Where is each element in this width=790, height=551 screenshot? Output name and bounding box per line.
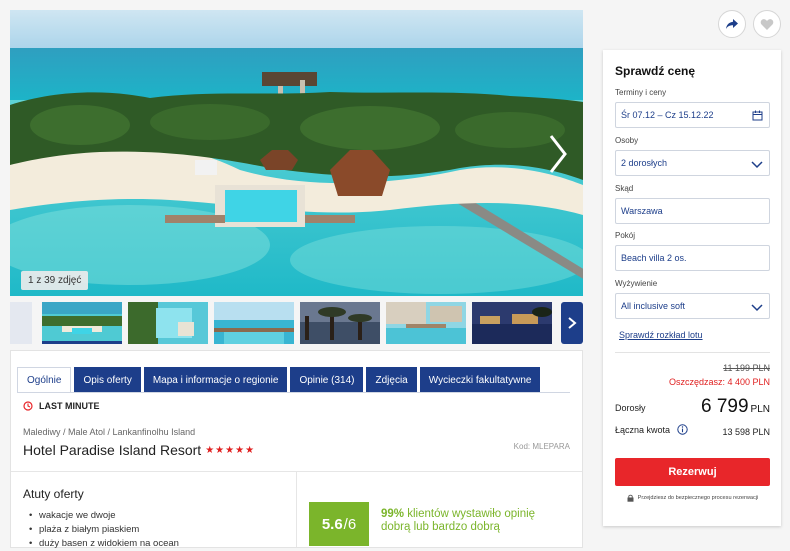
offer-code: Kod: MLEPARA [513,442,570,451]
chevron-down-icon [751,304,763,312]
calendar-icon [752,110,763,121]
tab-divider [17,392,570,393]
tab-bar: Ogólnie Opis oferty Mapa i informacje o … [17,367,541,393]
last-minute-label: LAST MINUTE [39,401,100,411]
column-divider [296,472,297,547]
star-rating: ★★★★★ [205,444,256,456]
thumbnail-2[interactable] [128,302,208,344]
board-select[interactable]: All inclusive soft [615,293,770,319]
currency: PLN [750,404,770,415]
thumbnail-prev-placeholder [10,302,32,344]
departure-value: Warszawa [621,206,663,216]
hotel-name: Hotel Paradise Island Resort [23,442,202,458]
favorite-button[interactable] [753,10,781,38]
highlight-item: plaża z białym piaskiem [29,523,179,537]
share-button[interactable] [718,10,746,38]
tab-excursions[interactable]: Wycieczki fakultatywne [419,367,541,393]
resort-aerial-photo [10,10,583,296]
persons-select[interactable]: 2 dorosłych [615,150,770,176]
main-photo[interactable]: 1 z 39 zdjęć [10,10,583,296]
thumbnail-3[interactable] [214,302,294,344]
persons-value: 2 dorosłych [621,158,668,168]
tab-map-region[interactable]: Mapa i informacje o regionie [143,367,288,393]
thumbnail-4[interactable] [300,302,380,344]
highlights-list: wakacje we dwoje plaża z białym piaskiem… [29,509,179,551]
highlight-item: duży basen z widokiem na ocean [29,537,179,551]
tab-general[interactable]: Ogólnie [17,367,72,393]
board-label: Wyżywienie [615,279,658,288]
info-icon[interactable] [677,424,688,435]
flight-schedule-link[interactable]: Sprawdź rozkład lotu [619,330,703,340]
price-check-panel: Sprawdź cenę Terminy i ceny Śr 07.12 – C… [603,50,781,526]
dates-field[interactable]: Śr 07.12 – Cz 15.12.22 [615,102,770,128]
thumbnail-6[interactable] [472,302,552,344]
thumbnail-5[interactable] [386,302,466,344]
rating-scale: /6 [343,515,357,533]
book-button[interactable]: Rezerwuj [615,458,770,486]
divider [615,352,770,353]
tab-reviews[interactable]: Opinie (314) [290,367,364,393]
lock-icon [627,494,634,502]
secure-note-text: Przejdziesz do bezpiecznego procesu reze… [637,495,759,501]
rating-percent: 99% [381,508,405,520]
chevron-right-icon [568,317,577,329]
adult-price: 6 799 PLN [701,396,770,418]
persons-label: Osoby [615,136,639,145]
thumbnail-1[interactable] [42,302,122,344]
chevron-right-icon[interactable] [547,132,569,176]
room-value: Beach villa 2 os. [621,253,687,263]
adult-price-label: Dorosły [615,403,646,413]
total-amount: 13 598 PLN [722,427,770,437]
adult-price-value: 6 799 [701,396,749,417]
price-panel-title: Sprawdź cenę [615,64,696,78]
rating-description: klientów wystawiło opinię dobrą lub bard… [381,508,536,533]
from-label: Skąd [615,184,634,193]
thumbnails-next-button[interactable] [561,302,583,344]
thumbnail-strip [10,302,583,344]
board-value: All inclusive soft [621,301,686,311]
highlights-title: Atuty oferty [23,487,84,501]
chevron-down-icon [751,161,763,169]
room-field[interactable]: Beach villa 2 os. [615,245,770,271]
offer-card: Ogólnie Opis oferty Mapa i informacje o … [10,350,583,551]
rating-score: 5.6 [321,515,343,533]
secure-booking-note: Przejdziesz do bezpiecznego procesu reze… [615,494,770,502]
highlight-item: wakacje we dwoje [29,509,179,523]
hotel-title: Hotel Paradise Island Resort ★★★★★ [23,442,255,458]
location-breadcrumb: Malediwy / Male Atol / Lankanfinolhu Isl… [23,427,196,437]
total-label-text: Łączna kwota [615,424,671,435]
dates-value: Śr 07.12 – Cz 15.12.22 [621,110,714,120]
dates-label: Terminy i ceny [615,88,667,97]
room-label: Pokój [615,231,636,240]
rating-summary: 99% klientów wystawiło opinię dobrą lub … [381,508,561,534]
last-minute-badge: LAST MINUTE [23,401,100,411]
share-icon [726,19,738,29]
rating-score-box: 5.6 /6 [309,502,369,546]
tab-offer-description[interactable]: Opis oferty [74,367,141,393]
total-amount-label: Łączna kwota [615,424,688,435]
photo-counter: 1 z 39 zdjęć [21,271,89,290]
old-price: 11 199 PLN [723,363,770,373]
savings-amount: Oszczędzasz: 4 400 PLN [668,377,770,387]
heart-icon [760,18,774,30]
clock-icon [23,401,33,411]
tab-photos[interactable]: Zdjęcia [366,367,417,393]
departure-field[interactable]: Warszawa [615,198,770,224]
